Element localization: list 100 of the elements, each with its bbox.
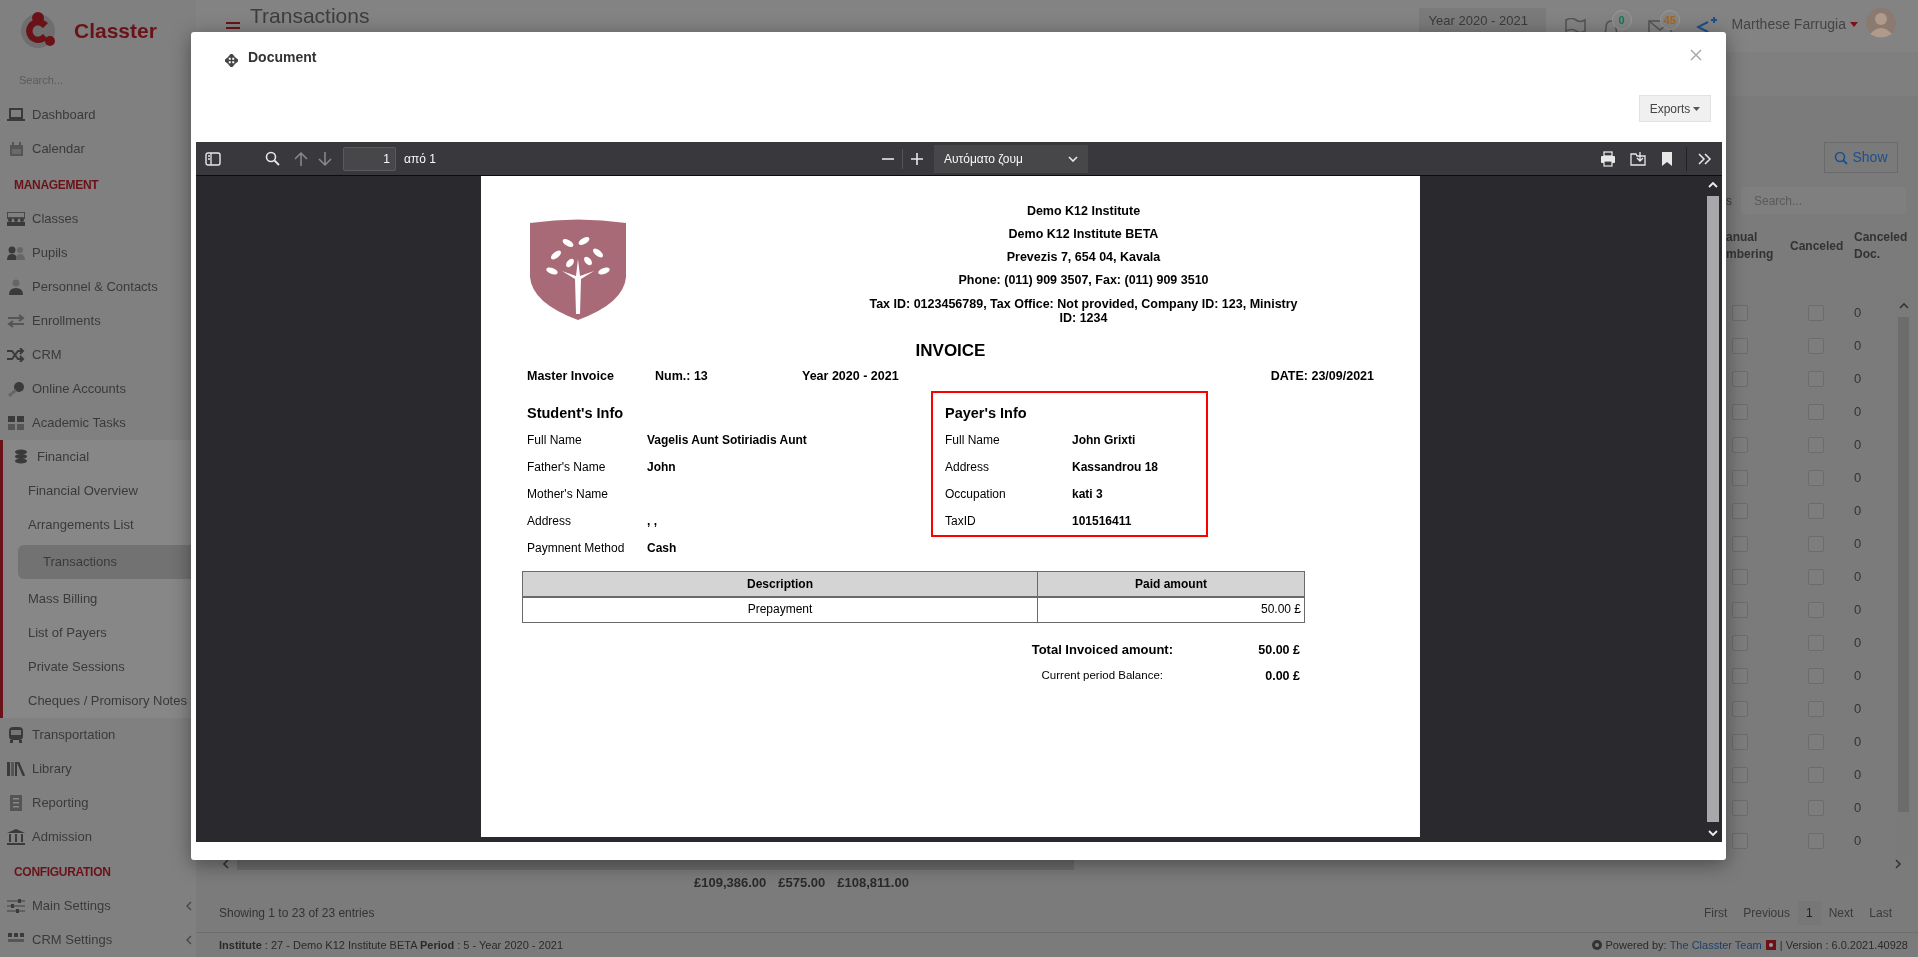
checkbox[interactable]: [1732, 568, 1748, 585]
exports-button[interactable]: Exports: [1639, 95, 1711, 122]
sidebar-toggle-icon[interactable]: [205, 151, 221, 166]
sidebar-item[interactable]: Library: [0, 751, 196, 786]
version-text: | Version : 6.0.2021.40928: [1779, 937, 1908, 953]
checkbox[interactable]: [1732, 766, 1748, 783]
table-cell-text: 0: [1854, 633, 1862, 652]
list-icon: [10, 794, 22, 811]
pagination-button[interactable]: 1: [1797, 901, 1821, 926]
avatar-icon[interactable]: [1866, 8, 1896, 38]
checkbox[interactable]: [1732, 700, 1748, 717]
table-cell-text: 0: [1854, 369, 1862, 388]
field-label: Full Name: [527, 431, 583, 449]
user-menu[interactable]: Marthese Farrugia: [1731, 14, 1858, 35]
search-icon[interactable]: [265, 151, 280, 166]
pagination-button[interactable]: Last: [1861, 901, 1900, 926]
column-header[interactable]: anual mbering: [1726, 229, 1790, 263]
field-value: 101516411: [1072, 512, 1132, 530]
checkbox[interactable]: [1732, 535, 1748, 552]
sidebar-item[interactable]: Online Accounts: [0, 371, 196, 406]
checkbox[interactable]: [1732, 832, 1748, 849]
chevron-left-icon[interactable]: [222, 858, 229, 869]
table-cell-text: 0: [1854, 600, 1862, 619]
total-value: £109,386.00: [694, 874, 767, 892]
checkbox[interactable]: [1732, 502, 1748, 519]
sidebar-item[interactable]: Transportation: [0, 717, 196, 752]
sidebar-item[interactable]: CRM Settings: [0, 923, 196, 957]
arrow-up-icon[interactable]: [294, 150, 308, 167]
checkbox[interactable]: [1732, 634, 1748, 651]
total-label: Current period Balance:: [1040, 668, 1164, 684]
entries-info: Showing 1 to 23 of 23 entries: [219, 905, 376, 923]
column-header[interactable]: Canceled: [1790, 237, 1854, 255]
page-number-field[interactable]: 1: [343, 146, 396, 171]
institute-info-line: Demo K12 Institute: [1026, 203, 1141, 220]
sidebar-item[interactable]: Financial: [3, 439, 196, 474]
column-header[interactable]: Canceled Doc.: [1854, 229, 1906, 263]
sidebar-item[interactable]: Dashboard: [0, 98, 196, 133]
classroom-icon: [7, 211, 25, 226]
scrollbar-thumb[interactable]: [1707, 196, 1719, 822]
checkbox[interactable]: [1732, 469, 1748, 486]
pagination-button[interactable]: Previous: [1735, 901, 1798, 926]
invoice-meta: Master Invoice: [526, 368, 615, 385]
zoom-select[interactable]: Αυτόματο ζουμ: [933, 144, 1088, 173]
sidebar-item[interactable]: Pupils: [0, 235, 196, 270]
save-icon[interactable]: [1630, 151, 1646, 166]
sidebar-item[interactable]: Academic Tasks: [0, 405, 196, 440]
team-link[interactable]: The Classter Team: [1669, 936, 1762, 954]
sidebar-item[interactable]: Main Settings: [0, 889, 196, 923]
chevron-down-icon: [1067, 155, 1078, 162]
table-cell-text: 0: [1854, 798, 1862, 817]
table-cell-text: 50.00 £: [1259, 601, 1302, 618]
show-button[interactable]: Show: [1824, 142, 1898, 173]
pagination-button[interactable]: First: [1695, 901, 1736, 926]
checkbox[interactable]: [1732, 403, 1748, 420]
double-chevron-icon[interactable]: [1698, 152, 1712, 165]
table-cell-text: 0: [1854, 336, 1862, 355]
checkbox[interactable]: [1732, 304, 1748, 321]
sidebar-item[interactable]: Enrollments: [0, 303, 196, 338]
checkbox[interactable]: [1732, 436, 1748, 453]
close-icon[interactable]: [1690, 49, 1702, 61]
table-cell-text: 0: [1854, 402, 1862, 421]
year-selector[interactable]: Year 2020 - 2021: [1418, 8, 1546, 34]
checkbox[interactable]: [1732, 370, 1748, 387]
checkbox[interactable]: [1732, 799, 1748, 816]
chevron-down-icon[interactable]: [1708, 830, 1718, 837]
sidebar-item[interactable]: Classes: [0, 201, 196, 236]
print-icon[interactable]: [1600, 150, 1616, 167]
sidebar-item[interactable]: Personnel & Contacts: [0, 269, 196, 304]
table-cell-text: 0: [1854, 435, 1862, 454]
move-icon[interactable]: [225, 54, 238, 67]
key-icon: [7, 380, 25, 397]
zoom-in-icon[interactable]: [909, 151, 924, 166]
chevron-icon: [186, 901, 192, 911]
pagination-button[interactable]: Next: [1820, 901, 1862, 926]
field-value: , ,: [647, 512, 657, 530]
modal-title: Document: [248, 48, 317, 67]
sidebar-item[interactable]: Calendar: [0, 132, 196, 167]
checkbox[interactable]: [1732, 601, 1748, 618]
notification-badge: 0: [1611, 10, 1632, 30]
field-label: Address: [527, 512, 573, 530]
bookmark-icon[interactable]: [1662, 151, 1672, 166]
sidebar-item[interactable]: CRM: [0, 337, 196, 372]
books-icon: [7, 761, 25, 776]
table-cell-text: 0: [1854, 534, 1862, 553]
shuffle-icon: [7, 347, 25, 362]
checkbox[interactable]: [1732, 667, 1748, 684]
field-value: Kassandrou 18: [1072, 458, 1159, 476]
field-label: Father's Name: [527, 458, 607, 476]
sidebar-item[interactable]: Admission: [0, 819, 196, 854]
sidebar-item[interactable]: Reporting: [0, 785, 196, 820]
chevron-icon: [186, 935, 192, 945]
checkbox[interactable]: [1732, 733, 1748, 750]
invoice-title: INVOICE: [914, 341, 987, 361]
logo-icon: [1765, 940, 1776, 951]
chevron-right-icon[interactable]: [1895, 858, 1902, 869]
sliders-icon: [7, 899, 25, 913]
checkbox[interactable]: [1732, 337, 1748, 354]
table-cell-text: 0: [1854, 666, 1862, 685]
arrow-down-icon[interactable]: [318, 150, 332, 167]
coins-icon: [14, 449, 28, 464]
